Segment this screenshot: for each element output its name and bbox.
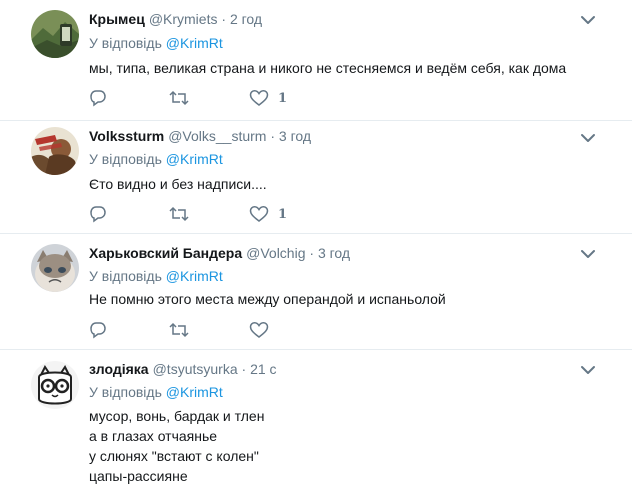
timestamp[interactable]: 2 год xyxy=(230,11,262,27)
chevron-down-icon[interactable] xyxy=(578,128,598,148)
tweet-actions xyxy=(89,320,349,340)
reply-button[interactable] xyxy=(89,320,107,340)
retweet-button[interactable] xyxy=(169,320,189,340)
reply-button[interactable] xyxy=(89,88,107,108)
heart-icon xyxy=(249,205,269,223)
avatar[interactable] xyxy=(31,361,79,409)
tweet-text-line: мы, типа, великая страна и никого не сте… xyxy=(89,60,567,76)
tweet-header: злодіяка @tsyutsyurka · 21 с xyxy=(89,361,277,377)
tweet-text-line: цапы-рассияне xyxy=(89,468,188,484)
heart-icon xyxy=(249,89,269,107)
tweet-item[interactable]: Харьковский Бандера @Volchig · 3 год У ві… xyxy=(0,234,632,350)
mention-link[interactable]: @KrimRt xyxy=(166,268,223,284)
reply-context: У відповідь @KrimRt xyxy=(89,35,223,51)
timestamp[interactable]: 3 год xyxy=(318,245,350,261)
display-name[interactable]: Харьковский Бандера xyxy=(89,245,242,261)
tweet-text: мы, типа, великая страна и никого не сте… xyxy=(89,58,566,78)
avatar[interactable] xyxy=(31,10,79,58)
tweet-text-line: у слюнях "встают с колен" xyxy=(89,448,259,464)
reply-icon xyxy=(89,205,107,223)
tweet-text-line: мусор, вонь, бардак и тлен xyxy=(89,408,265,424)
like-count: 1 xyxy=(278,90,288,106)
reply-context: У відповідь @KrimRt xyxy=(89,151,223,167)
like-count: 1 xyxy=(278,206,288,222)
tweet-item[interactable]: Крымец @Krymiets · 2 год У відповідь @Kri… xyxy=(0,0,632,121)
chevron-down-icon[interactable] xyxy=(578,360,598,380)
like-button[interactable] xyxy=(249,320,278,340)
username[interactable]: @Volks__sturm xyxy=(168,128,266,144)
retweet-icon xyxy=(169,89,189,107)
like-button[interactable]: 1 xyxy=(249,204,287,224)
tweet-text: мусор, вонь, бардак и тлен а в глазах от… xyxy=(89,406,264,486)
avatar[interactable] xyxy=(31,244,79,292)
reply-icon xyxy=(89,89,107,107)
tweet-actions: 1 xyxy=(89,88,349,108)
like-button[interactable]: 1 xyxy=(249,88,287,108)
chevron-down-icon[interactable] xyxy=(578,244,598,264)
chevron-down-icon[interactable] xyxy=(578,10,598,30)
tweet-text-line: Не помню этого места между операндой и и… xyxy=(89,291,446,307)
timestamp[interactable]: 3 год xyxy=(279,128,311,144)
tweet-header: Крымец @Krymiets · 2 год xyxy=(89,11,263,27)
username[interactable]: @Volchig xyxy=(246,245,305,261)
display-name[interactable]: Крымец xyxy=(89,11,145,27)
display-name[interactable]: злодіяка xyxy=(89,361,149,377)
retweet-button[interactable] xyxy=(169,88,189,108)
mention-link[interactable]: @KrimRt xyxy=(166,151,223,167)
tweet-text: Не помню этого места между операндой и и… xyxy=(89,289,446,309)
tweet-item[interactable]: злодіяка @tsyutsyurka · 21 с У відповідь … xyxy=(0,350,632,489)
reply-context: У відповідь @KrimRt xyxy=(89,268,223,284)
tweet-actions: 1 xyxy=(89,204,349,224)
heart-icon xyxy=(249,321,269,339)
reply-icon xyxy=(89,321,107,339)
tweet-header: Харьковский Бандера @Volchig · 3 год xyxy=(89,245,351,261)
tweet-text-line: а в глазах отчаянье xyxy=(89,428,218,444)
avatar[interactable] xyxy=(31,127,79,175)
mention-link[interactable]: @KrimRt xyxy=(166,384,223,400)
retweet-button[interactable] xyxy=(169,204,189,224)
tweet-text-line: Єто видно и без надписи.... xyxy=(89,176,267,192)
tweet-text: Єто видно и без надписи.... xyxy=(89,174,267,194)
retweet-icon xyxy=(169,321,189,339)
tweet-item[interactable]: Volkssturm @Volks__sturm · 3 год У відпов… xyxy=(0,121,632,234)
retweet-icon xyxy=(169,205,189,223)
username[interactable]: @Krymiets xyxy=(149,11,218,27)
reply-context: У відповідь @KrimRt xyxy=(89,384,223,400)
username[interactable]: @tsyutsyurka xyxy=(153,361,238,377)
timestamp[interactable]: 21 с xyxy=(250,361,276,377)
tweet-header: Volkssturm @Volks__sturm · 3 год xyxy=(89,128,312,144)
reply-button[interactable] xyxy=(89,204,107,224)
mention-link[interactable]: @KrimRt xyxy=(166,35,223,51)
display-name[interactable]: Volkssturm xyxy=(89,128,164,144)
